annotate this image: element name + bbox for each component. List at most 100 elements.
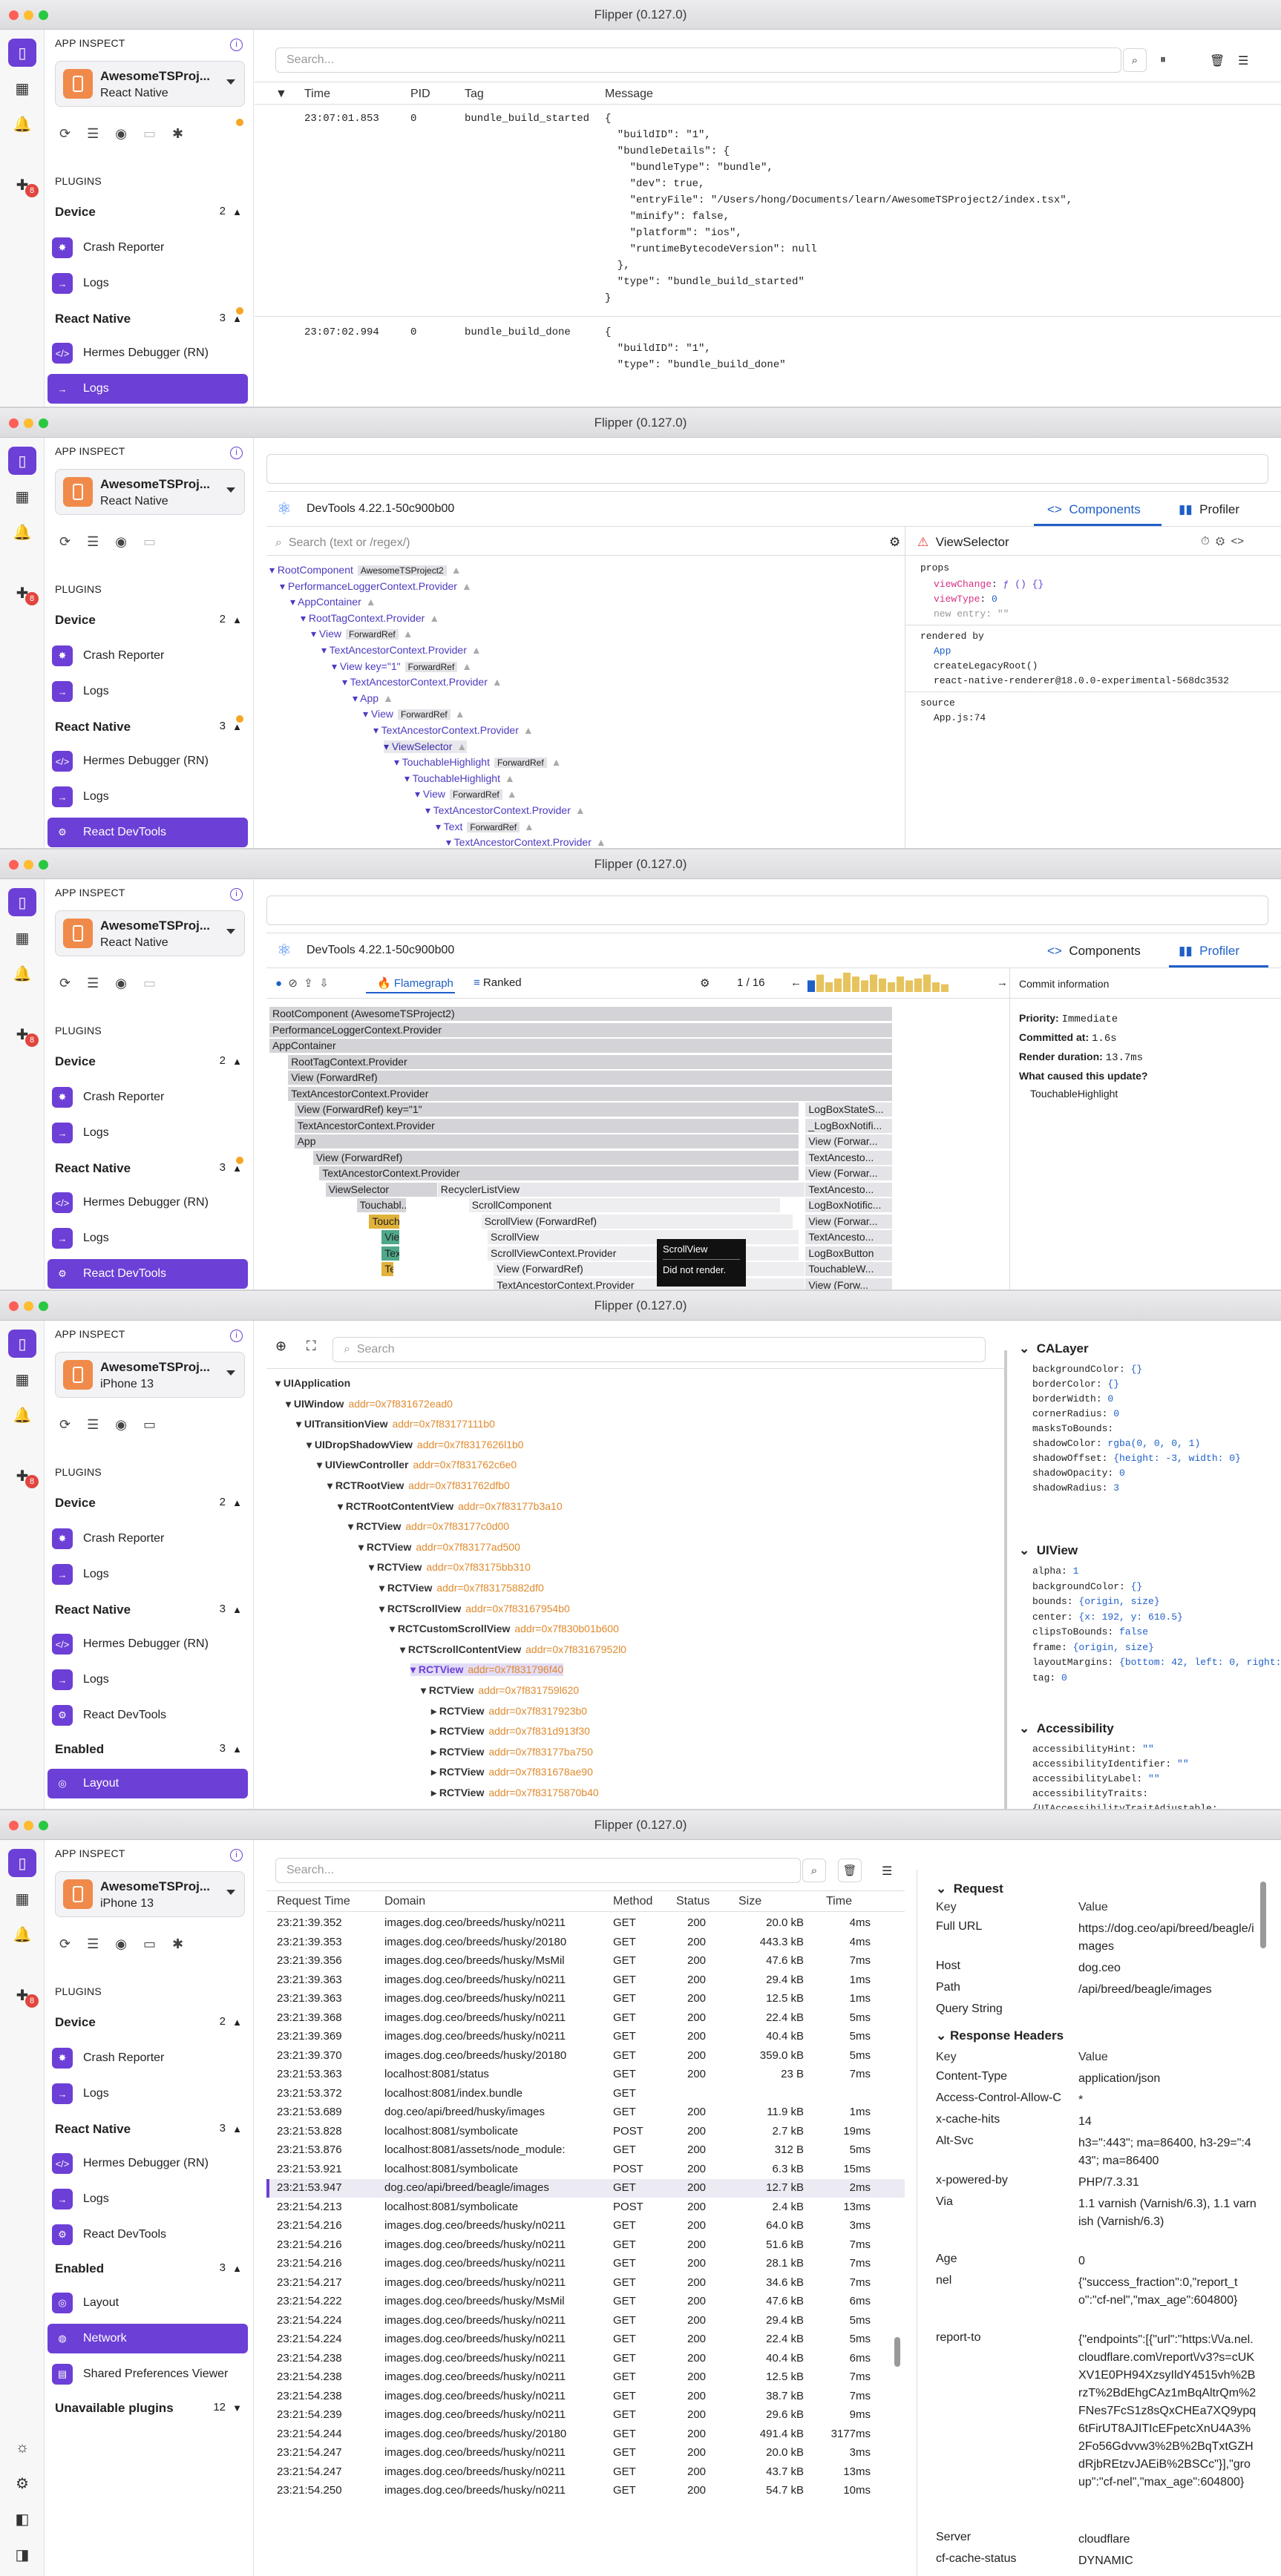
flame-bar[interactable]: Toucha... [369, 1214, 401, 1229]
flame-bar[interactable]: TextAncestorContext.Provider [288, 1086, 893, 1101]
attribute-row[interactable]: layoutMargins: {bottom: 42, left: 0, rig… [1032, 1657, 1281, 1668]
attribute-row[interactable]: accessibilityIdentifier: "" [1032, 1758, 1189, 1770]
tree-node[interactable]: ▾ TextAncestorContext.Provider ▲ [446, 836, 606, 848]
col-status[interactable]: Status [676, 1895, 710, 1908]
flame-bar[interactable]: App [294, 1134, 799, 1149]
flame-bar[interactable]: TextAncestorContext.Provider [294, 1118, 799, 1133]
attribute-row[interactable]: clipsToBounds: false [1032, 1626, 1148, 1637]
kv-value[interactable]: https://dog.ceo/api/breed/beagle/images [1078, 1920, 1257, 1956]
commit-bar[interactable] [816, 974, 824, 992]
minimize-window-button[interactable] [24, 1301, 33, 1311]
table-row[interactable]: 23:21:53.363 localhost:8081/status GET 200 2… [266, 2066, 905, 2084]
commit-bar[interactable] [905, 980, 913, 992]
col-domain[interactable]: Domain [384, 1895, 425, 1908]
bell-icon[interactable]: 🔔 [8, 1920, 36, 1948]
layout-node[interactable]: ▾ RCTRootView addr=0x7f831762dfb0 [327, 1479, 510, 1492]
bell-icon[interactable]: 🔔 [8, 1401, 36, 1429]
commit-bar[interactable] [843, 973, 851, 992]
apps-grid-icon[interactable]: ▦ [8, 1885, 36, 1913]
response-headers-section[interactable]: ⌄ Response Headers [936, 2028, 1064, 2043]
flame-bar[interactable]: TextAncesto... [805, 1182, 893, 1197]
plugin-logs[interactable]: → Logs [47, 2079, 248, 2109]
flame-bar[interactable]: ViewSelector [325, 1182, 438, 1197]
attribute-row[interactable]: accessibilityTraits: [1032, 1788, 1148, 1799]
menu-icon[interactable]: ☰ [1238, 53, 1248, 68]
plugin-layout[interactable]: ◎ Layout [47, 1769, 248, 1798]
minimize-window-button[interactable] [24, 860, 33, 870]
trash-icon[interactable]: 🗑 [1210, 53, 1225, 68]
trash-icon[interactable]: 🗑 [838, 1859, 862, 1882]
info-icon[interactable]: i [230, 888, 243, 901]
flame-bar[interactable]: _LogBoxNotifi... [805, 1118, 893, 1133]
attribute-row[interactable]: backgroundColor: {} [1032, 1581, 1142, 1592]
commit-bar[interactable] [932, 982, 940, 992]
prop-row[interactable]: viewChange: ƒ () {} [934, 579, 1044, 590]
table-row[interactable]: 23:21:53.921 localhost:8081/symbolicate PO… [266, 2161, 905, 2179]
commit-bar[interactable] [923, 974, 931, 992]
flame-bar[interactable]: Tex... [381, 1246, 401, 1261]
tree-node[interactable]: ▾ View key="1" ForwardRef ▲ [332, 660, 472, 673]
attribute-row[interactable]: borderColor: {} [1032, 1379, 1119, 1390]
info-icon[interactable]: i [230, 447, 243, 459]
network-search-input[interactable]: Search... [275, 1858, 801, 1883]
attribute-row[interactable]: alpha: 1 [1032, 1565, 1078, 1577]
col-request-time[interactable]: Request Time [277, 1895, 350, 1908]
attribute-row[interactable]: tag: 0 [1032, 1672, 1067, 1683]
commit-bar[interactable] [897, 976, 904, 992]
table-row[interactable]: 23:21:54.217 images.dog.ceo/breeds/husky/… [266, 2274, 905, 2293]
logs-search-input[interactable]: Search... [275, 47, 1121, 73]
flame-bar[interactable]: LogBoxNotific... [805, 1198, 893, 1212]
tree-node[interactable]: ▾ TextAncestorContext.Provider ▲ [342, 676, 502, 689]
commit-bar[interactable] [825, 982, 833, 992]
plugin-react-devtools[interactable]: ⚙ React DevTools [47, 1259, 248, 1289]
plugin-logs[interactable]: → Logs [47, 1118, 248, 1148]
tab-components[interactable]: <> Components [1047, 502, 1141, 517]
plugin-logs-rn[interactable]: → Logs [47, 1665, 248, 1695]
prev-commit-icon[interactable]: ← [790, 976, 802, 989]
flame-bar[interactable]: View (Forwar... [805, 1214, 893, 1229]
device-section[interactable]: Device 2 ▲ [55, 1054, 245, 1069]
layout-node[interactable]: ▾ UIDropShadowView addr=0x7f8317626l1b0 [307, 1439, 524, 1451]
info-icon[interactable]: i [230, 1849, 243, 1862]
plugin-crash-reporter[interactable]: ✸ Crash Reporter [47, 641, 248, 671]
apps-grid-icon[interactable]: ▦ [8, 74, 36, 102]
plugin-logs[interactable]: → Logs [47, 1560, 248, 1589]
flame-bar[interactable]: Touchabl... [356, 1198, 407, 1212]
kv-value[interactable]: 0 [1078, 2253, 1257, 2270]
table-row[interactable]: 23:21:39.352 images.dog.ceo/breeds/husky/… [266, 1914, 905, 1933]
inspect-tools[interactable]: ⏱ ⚙ <> [1201, 535, 1244, 548]
layout-node[interactable]: ▾ RCTScrollView addr=0x7f83167954b0 [379, 1603, 570, 1615]
device-icon[interactable]: ▯ [8, 39, 36, 67]
attribute-row[interactable]: borderWidth: 0 [1032, 1393, 1113, 1404]
bug-icon[interactable]: ✱ [172, 1936, 183, 1952]
close-window-button[interactable] [9, 1301, 19, 1311]
camera-icon[interactable]: ◉ [115, 1417, 127, 1433]
layout-node[interactable]: ▸ RCTView addr=0x7f83175870b40 [431, 1787, 599, 1799]
kv-value[interactable]: h3=":443"; ma=86400, h3-29=":443"; ma=86… [1078, 2135, 1257, 2170]
plugin-hermes[interactable]: </> Hermes Debugger (RN) [47, 338, 248, 368]
layout-node[interactable]: ▾ RCTView addr=0x7f83177c0d00 [348, 1520, 509, 1533]
flame-bar[interactable]: LogBoxStateS... [805, 1103, 893, 1117]
pause-icon[interactable]: ⏸ [1160, 53, 1166, 67]
layout-node[interactable]: ▾ UIWindow addr=0x7f831672ead0 [286, 1398, 453, 1410]
commit-bar[interactable] [870, 974, 877, 992]
request-section[interactable]: ⌄ Request [936, 1882, 1003, 1896]
table-row[interactable]: 23:21:54.216 images.dog.ceo/breeds/husky/… [266, 2236, 905, 2255]
layout-node[interactable]: ▾ RCTScrollContentView addr=0x7f83167952l… [400, 1643, 626, 1656]
table-row[interactable]: 23:21:54.239 images.dog.ceo/breeds/husky/… [266, 2406, 905, 2425]
search-icon[interactable]: ⌕ [1123, 48, 1147, 72]
device-icon[interactable]: ▯ [8, 888, 36, 916]
zoom-window-button[interactable] [39, 10, 48, 20]
flame-bar[interactable]: View (ForwardRef) [288, 1071, 893, 1085]
table-row[interactable]: 23:21:54.213 localhost:8081/symbolicate PO… [266, 2198, 905, 2217]
record-icon[interactable]: ▭ [143, 1936, 156, 1952]
kv-value[interactable]: {"endpoints":[{"url":"https:\/\/a.nel.cl… [1078, 2331, 1257, 2491]
flame-bar[interactable]: View (Forwar... [805, 1166, 893, 1180]
flame-bar[interactable]: View (Forwar... [805, 1134, 893, 1149]
tree-node[interactable]: ▾ View ForwardRef ▲ [363, 708, 465, 720]
table-row[interactable]: 23:21:39.363 images.dog.ceo/breeds/husky/… [266, 1990, 905, 2008]
plugin-logs[interactable]: → Logs [47, 269, 248, 298]
table-row[interactable]: 23:21:54.224 images.dog.ceo/breeds/husky/… [266, 2330, 905, 2349]
flame-bar[interactable]: ScrollView (ForwardRef) [481, 1214, 793, 1229]
tab-profiler[interactable]: ▮▮ Profiler [1179, 944, 1239, 959]
